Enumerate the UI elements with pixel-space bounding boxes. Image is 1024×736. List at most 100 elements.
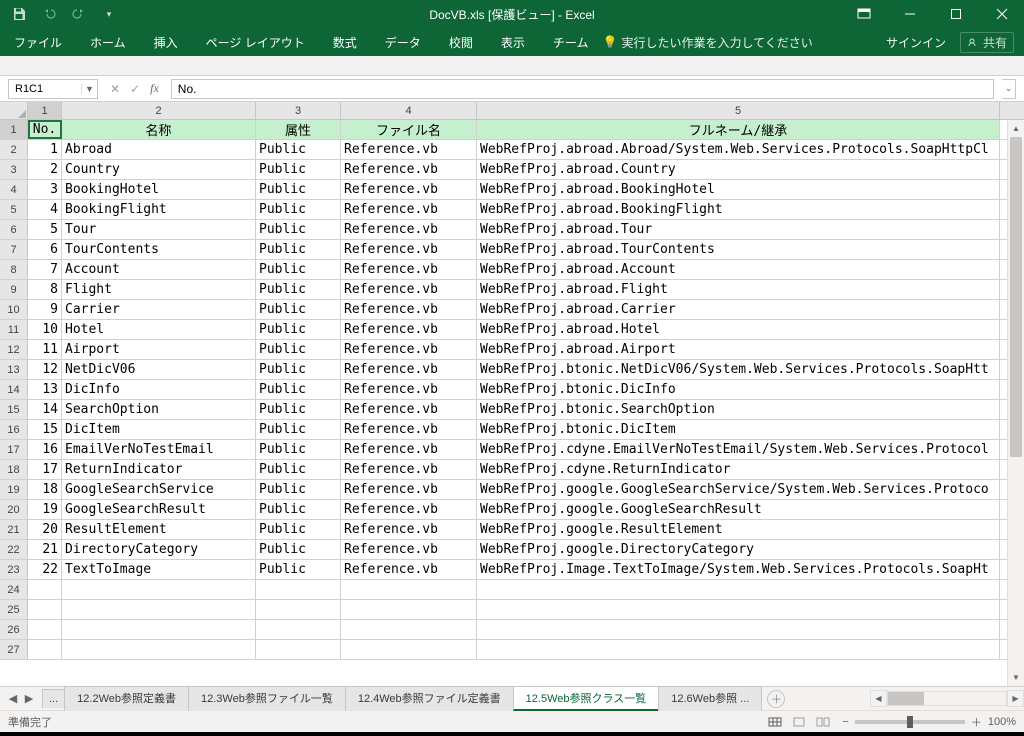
cell-name[interactable]: Airport (62, 340, 256, 359)
sheet-tab-more-left[interactable]: ... (42, 689, 65, 708)
cell-full[interactable]: WebRefProj.abroad.BookingHotel (477, 180, 1000, 199)
cell-name[interactable]: DicItem (62, 420, 256, 439)
enter-formula-icon[interactable]: ✓ (130, 82, 140, 96)
cell-name[interactable]: Carrier (62, 300, 256, 319)
row-header[interactable]: 12 (0, 340, 28, 359)
tab-nav-next-icon[interactable]: ▶ (22, 692, 36, 705)
cell-attr[interactable]: Public (256, 280, 341, 299)
row-header[interactable]: 3 (0, 160, 28, 179)
cell-attr[interactable]: Public (256, 360, 341, 379)
cell-name[interactable]: Abroad (62, 140, 256, 159)
cell-full[interactable]: WebRefProj.abroad.TourContents (477, 240, 1000, 259)
row-header[interactable]: 17 (0, 440, 28, 459)
cell[interactable] (256, 580, 341, 599)
zoom-slider[interactable] (855, 720, 965, 724)
hscroll-thumb[interactable] (888, 692, 924, 705)
cell-header-no[interactable]: No. (28, 120, 62, 139)
cell-full[interactable]: WebRefProj.google.GoogleSearchResult (477, 500, 1000, 519)
cell-file[interactable]: Reference.vb (341, 280, 477, 299)
cell-attr[interactable]: Public (256, 480, 341, 499)
cell-file[interactable]: Reference.vb (341, 420, 477, 439)
cell-attr[interactable]: Public (256, 160, 341, 179)
cell[interactable] (256, 640, 341, 659)
cell-full[interactable]: WebRefProj.abroad.Account (477, 260, 1000, 279)
ribbon-tab-pagelayout[interactable]: ページ レイアウト (192, 28, 319, 56)
ribbon-tab-insert[interactable]: 挿入 (140, 28, 192, 56)
row-header[interactable]: 19 (0, 480, 28, 499)
row-header[interactable]: 10 (0, 300, 28, 319)
cell-full[interactable]: WebRefProj.abroad.Abroad/System.Web.Serv… (477, 140, 1000, 159)
cell-attr[interactable]: Public (256, 500, 341, 519)
cell-attr[interactable]: Public (256, 460, 341, 479)
row-header[interactable]: 15 (0, 400, 28, 419)
cell-no[interactable]: 5 (28, 220, 62, 239)
cell-full[interactable]: WebRefProj.abroad.Tour (477, 220, 1000, 239)
ribbon-tab-review[interactable]: 校閲 (435, 28, 487, 56)
cell[interactable] (28, 640, 62, 659)
row-header[interactable]: 22 (0, 540, 28, 559)
close-button[interactable] (980, 0, 1024, 28)
row-header[interactable]: 21 (0, 520, 28, 539)
row-header[interactable]: 20 (0, 500, 28, 519)
formula-input[interactable]: No. (171, 79, 994, 99)
row-header[interactable]: 4 (0, 180, 28, 199)
qat-customize-icon[interactable]: ▾ (98, 3, 120, 25)
zoom-in-button[interactable]: ＋ (971, 714, 982, 730)
cell[interactable] (477, 620, 1000, 639)
maximize-button[interactable] (934, 0, 978, 28)
sheet-tab[interactable]: 12.2Web参照定義書 (64, 686, 189, 711)
scroll-down-icon[interactable]: ▼ (1008, 669, 1024, 686)
cell-file[interactable]: Reference.vb (341, 260, 477, 279)
row-header[interactable]: 27 (0, 640, 28, 659)
cell-file[interactable]: Reference.vb (341, 340, 477, 359)
cell-no[interactable]: 16 (28, 440, 62, 459)
cell-attr[interactable]: Public (256, 560, 341, 579)
hscroll-left-icon[interactable]: ◀ (870, 690, 887, 707)
cell-full[interactable]: WebRefProj.abroad.Hotel (477, 320, 1000, 339)
cell[interactable] (341, 620, 477, 639)
cell-no[interactable]: 10 (28, 320, 62, 339)
cell-full[interactable]: WebRefProj.Image.TextToImage/System.Web.… (477, 560, 1000, 579)
cell-full[interactable]: WebRefProj.google.ResultElement (477, 520, 1000, 539)
cell-file[interactable]: Reference.vb (341, 460, 477, 479)
cell-name[interactable]: TextToImage (62, 560, 256, 579)
row-header[interactable]: 16 (0, 420, 28, 439)
redo-icon[interactable] (68, 3, 90, 25)
cell-file[interactable]: Reference.vb (341, 360, 477, 379)
cell-name[interactable]: Hotel (62, 320, 256, 339)
row-header[interactable]: 7 (0, 240, 28, 259)
cell-attr[interactable]: Public (256, 240, 341, 259)
share-button[interactable]: 共有 (960, 32, 1014, 53)
cell-name[interactable]: ResultElement (62, 520, 256, 539)
ribbon-tab-formulas[interactable]: 数式 (319, 28, 371, 56)
name-box-dropdown-icon[interactable]: ▼ (81, 84, 97, 94)
cell-attr[interactable]: Public (256, 300, 341, 319)
cell-name[interactable]: GoogleSearchService (62, 480, 256, 499)
cell-no[interactable]: 3 (28, 180, 62, 199)
cell-no[interactable]: 22 (28, 560, 62, 579)
cell-file[interactable]: Reference.vb (341, 220, 477, 239)
row-header[interactable]: 13 (0, 360, 28, 379)
cell-full[interactable]: WebRefProj.google.DirectoryCategory (477, 540, 1000, 559)
formula-expand-icon[interactable]: ⌄ (1002, 79, 1016, 99)
cell-full[interactable]: WebRefProj.google.GoogleSearchService/Sy… (477, 480, 1000, 499)
cancel-formula-icon[interactable]: ✕ (110, 82, 120, 96)
cell-no[interactable]: 20 (28, 520, 62, 539)
ribbon-tab-home[interactable]: ホーム (76, 28, 140, 56)
cell-no[interactable]: 2 (28, 160, 62, 179)
ribbon-display-icon[interactable] (842, 0, 886, 28)
hscroll-right-icon[interactable]: ▶ (1007, 690, 1024, 707)
cell-name[interactable]: NetDicV06 (62, 360, 256, 379)
cell-attr[interactable]: Public (256, 180, 341, 199)
cell-file[interactable]: Reference.vb (341, 300, 477, 319)
col-header-4[interactable]: 4 (341, 102, 477, 119)
cell-attr[interactable]: Public (256, 140, 341, 159)
cell-attr[interactable]: Public (256, 540, 341, 559)
row-header[interactable]: 8 (0, 260, 28, 279)
cell[interactable] (62, 640, 256, 659)
vertical-scrollbar[interactable]: ▲ ▼ (1007, 120, 1024, 686)
cell-attr[interactable]: Public (256, 220, 341, 239)
row-header[interactable]: 1 (0, 120, 28, 139)
undo-icon[interactable] (38, 3, 60, 25)
row-header[interactable]: 6 (0, 220, 28, 239)
